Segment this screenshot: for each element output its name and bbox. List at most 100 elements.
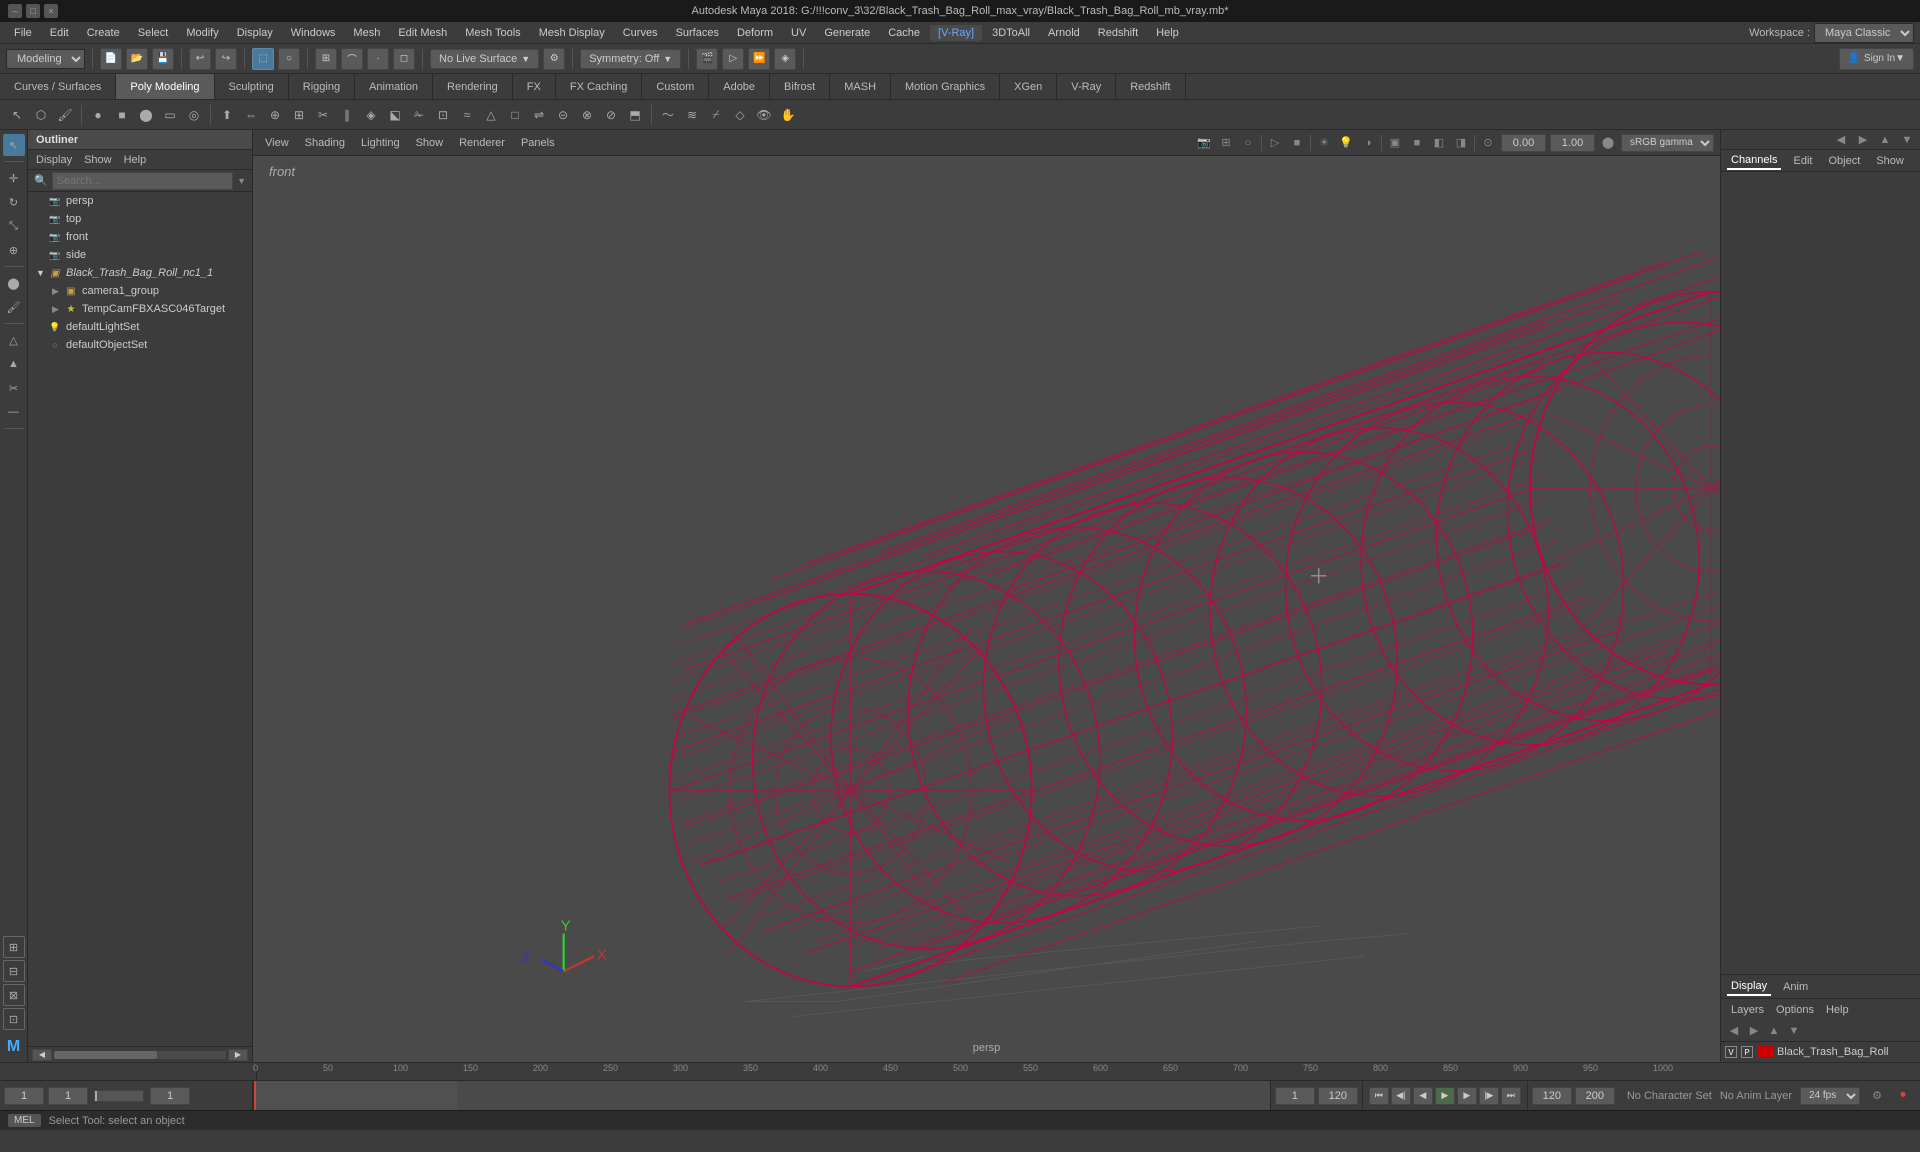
tab-rigging[interactable]: Rigging — [289, 74, 355, 99]
symmetry-off-btn[interactable]: Symmetry: Off ▼ — [580, 49, 681, 69]
menu-help[interactable]: Help — [1148, 25, 1187, 41]
vp-light1-icon[interactable]: ☀ — [1315, 134, 1333, 152]
gamma-input[interactable] — [1550, 134, 1595, 152]
no-live-surface-btn[interactable]: No Live Surface ▼ — [430, 49, 539, 69]
tab-rendering[interactable]: Rendering — [433, 74, 513, 99]
go-end-btn[interactable]: ⏭ — [1501, 1087, 1521, 1105]
close-button[interactable]: × — [44, 4, 58, 18]
minimize-button[interactable]: – — [8, 4, 22, 18]
menu-mesh-display[interactable]: Mesh Display — [531, 25, 613, 41]
menu-surfaces[interactable]: Surfaces — [668, 25, 727, 41]
render-settings-btn[interactable]: 🎬 — [696, 48, 718, 70]
move-tool[interactable]: ✛ — [3, 167, 25, 189]
sign-in-btn[interactable]: 👤 Sign In ▼ — [1839, 48, 1915, 70]
ipr-btn[interactable]: ◈ — [774, 48, 796, 70]
quad-icon[interactable]: □ — [504, 104, 526, 126]
menu-redshift[interactable]: Redshift — [1090, 25, 1146, 41]
split-icon[interactable]: ✂ — [312, 104, 334, 126]
range-start-input[interactable] — [1275, 1087, 1315, 1105]
status-input[interactable] — [49, 1115, 1912, 1127]
vp-play-icon[interactable]: ▷ — [1266, 134, 1284, 152]
crease-icon[interactable]: 〜 — [657, 104, 679, 126]
layer-nav-up[interactable]: ▲ — [1765, 1022, 1783, 1040]
menu-windows[interactable]: Windows — [283, 25, 344, 41]
outliner-item-persp[interactable]: 📷 persp — [28, 192, 252, 210]
outliner-display-menu[interactable]: Display — [32, 153, 76, 167]
show-tab[interactable]: Show — [1872, 153, 1908, 169]
menu-edit-mesh[interactable]: Edit Mesh — [390, 25, 455, 41]
tab-fx-caching[interactable]: FX Caching — [556, 74, 642, 99]
start-frame-input[interactable] — [4, 1087, 44, 1105]
plane-icon[interactable]: ▭ — [159, 104, 181, 126]
outliner-item-default-object-set[interactable]: ○ defaultObjectSet — [28, 336, 252, 354]
menu-select[interactable]: Select — [130, 25, 177, 41]
soften-icon[interactable]: ⌿ — [705, 104, 727, 126]
new-btn[interactable]: 📄 — [100, 48, 122, 70]
universal-tool[interactable]: ⊕ — [3, 239, 25, 261]
outliner-item-default-light-set[interactable]: 💡 defaultLightSet — [28, 318, 252, 336]
vp-hide-icon[interactable]: ○ — [1239, 134, 1257, 152]
tab-sculpting[interactable]: Sculpting — [215, 74, 289, 99]
layer-nav-back[interactable]: ◀ — [1725, 1022, 1743, 1040]
channels-tab[interactable]: Channels — [1727, 152, 1781, 170]
rp-icon4[interactable]: ▼ — [1898, 131, 1916, 149]
select-tool[interactable]: ↖ — [3, 134, 25, 156]
options-tab[interactable]: Options — [1772, 1002, 1818, 1018]
vp-mat-icon[interactable]: ◨ — [1452, 134, 1470, 152]
menu-generate[interactable]: Generate — [816, 25, 878, 41]
uncrease-icon[interactable]: ≋ — [681, 104, 703, 126]
connect-tool[interactable]: — — [3, 401, 25, 423]
vp-panels-menu[interactable]: Panels — [515, 135, 561, 151]
layer-p-check[interactable]: P — [1741, 1046, 1753, 1058]
outliner-item-front[interactable]: 📷 front — [28, 228, 252, 246]
snap-grid-btn[interactable]: ⊞ — [315, 48, 337, 70]
snap-point-btn[interactable]: · — [367, 48, 389, 70]
save-btn[interactable]: 💾 — [152, 48, 174, 70]
menu-create[interactable]: Create — [79, 25, 128, 41]
outliner-item-side[interactable]: 📷 side — [28, 246, 252, 264]
outliner-item-tempcam[interactable]: ▶ ★ TempCamFBXASC046Target — [28, 300, 252, 318]
fill-icon[interactable]: ⊡ — [432, 104, 454, 126]
vp-shading-menu[interactable]: Shading — [299, 135, 351, 151]
search-options-btn[interactable]: ▼ — [237, 176, 246, 186]
paint-select-icon[interactable]: 🖌 — [54, 104, 76, 126]
menu-deform[interactable]: Deform — [729, 25, 781, 41]
layer-nav-fwd[interactable]: ▶ — [1745, 1022, 1763, 1040]
menu-file[interactable]: File — [6, 25, 40, 41]
outliner-help-menu[interactable]: Help — [120, 153, 151, 167]
layer-row-trash[interactable]: V P Black_Trash_Bag_Roll — [1721, 1042, 1920, 1062]
mode-dropdown[interactable]: Modeling — [6, 49, 85, 69]
tab-mash[interactable]: MASH — [830, 74, 891, 99]
workspace-dropdown[interactable]: Maya Classic — [1814, 23, 1914, 43]
render-seq-btn[interactable]: ⏩ — [748, 48, 770, 70]
vp-view-menu[interactable]: View — [259, 135, 295, 151]
tab-adobe[interactable]: Adobe — [709, 74, 770, 99]
render-btn[interactable]: ▷ — [722, 48, 744, 70]
rp-icon2[interactable]: ▶ — [1854, 131, 1872, 149]
menu-3dtoall[interactable]: 3DToAll — [984, 25, 1038, 41]
menu-edit[interactable]: Edit — [42, 25, 77, 41]
insert-edge-icon[interactable]: ∥ — [336, 104, 358, 126]
vp-solid-icon[interactable]: ■ — [1408, 134, 1426, 152]
gamma-select[interactable]: sRGB gamma — [1621, 134, 1714, 152]
create-poly-tool[interactable]: △ — [3, 329, 25, 351]
sculpt-icon[interactable]: ✋ — [777, 104, 799, 126]
open-btn[interactable]: 📂 — [126, 48, 148, 70]
rotate-tool[interactable]: ↻ — [3, 191, 25, 213]
smooth-icon[interactable]: ≈ — [456, 104, 478, 126]
outliner-scroll-left[interactable]: ◀ — [32, 1049, 52, 1061]
redo-btn[interactable]: ↪ — [215, 48, 237, 70]
mel-script-toggle[interactable]: MEL — [8, 1114, 41, 1127]
vp-tex-icon[interactable]: ◧ — [1430, 134, 1448, 152]
cylinder-icon[interactable]: ⬤ — [135, 104, 157, 126]
anim-start-input[interactable] — [1532, 1087, 1572, 1105]
viewport-canvas[interactable]: front — [253, 156, 1720, 1062]
rp-icon3[interactable]: ▲ — [1876, 131, 1894, 149]
outliner-scroll-track[interactable] — [54, 1051, 226, 1059]
tab-animation[interactable]: Animation — [355, 74, 433, 99]
outliner-item-top[interactable]: 📷 top — [28, 210, 252, 228]
mirror-icon[interactable]: ⇌ — [528, 104, 550, 126]
menu-arnold[interactable]: Arnold — [1040, 25, 1088, 41]
tab-vray[interactable]: V-Ray — [1057, 74, 1116, 99]
select-tool-btn[interactable]: ⬚ — [252, 48, 274, 70]
